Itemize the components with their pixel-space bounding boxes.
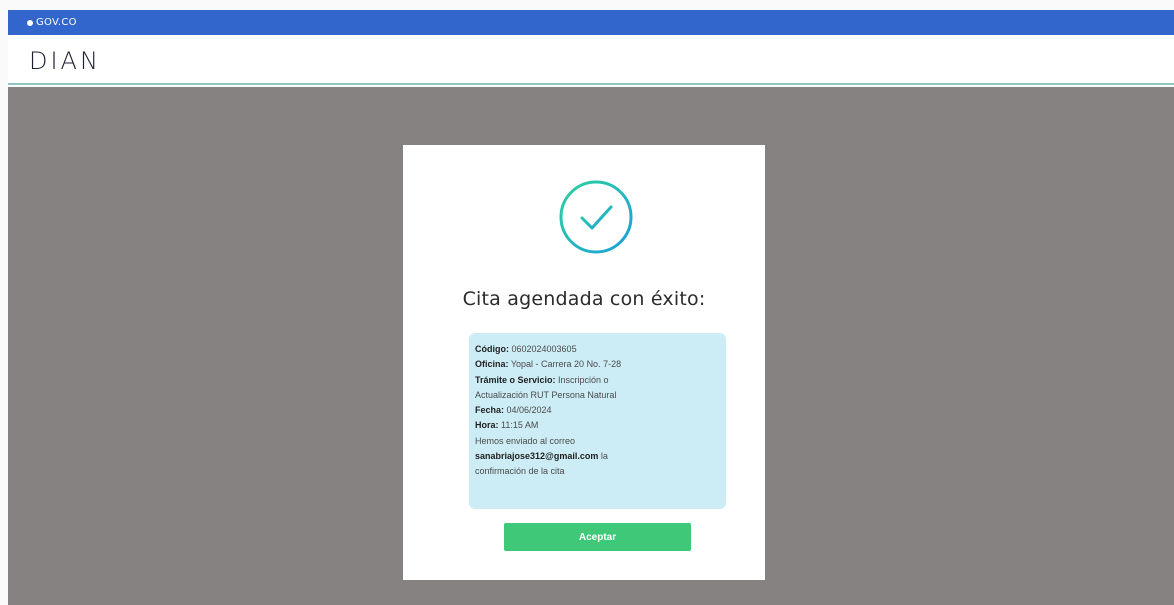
email-message-line: Hemos enviado al correo <box>475 435 576 446</box>
oficina-value: Yopal - Carrera 20 No. 7-28 <box>508 359 622 370</box>
email-address: sanabriajose312@gmail.com <box>475 451 599 462</box>
hora-line: Hora: 11:15 AM <box>475 418 720 433</box>
confirmation-modal: Cita agendada con éxito: Código: 0602024… <box>403 145 765 580</box>
page: GOV.CO DIAN Cita agendada con éxito: Cód… <box>0 0 1174 605</box>
confirmation-line: confirmación de la cita <box>475 466 565 477</box>
hora-value: 11:15 AM <box>498 420 539 431</box>
check-circle-icon <box>559 180 633 254</box>
appointment-details: Código: 0602024003605 Oficina: Yopal - C… <box>469 333 726 509</box>
gov-co-bar: GOV.CO <box>8 10 1174 35</box>
codigo-line: Código: 0602024003605 <box>475 342 720 357</box>
oficina-line: Oficina: Yopal - Carrera 20 No. 7-28 <box>475 357 720 372</box>
email-suffix: la <box>598 451 608 462</box>
codigo-value: 0602024003605 <box>509 344 577 354</box>
tramite-value: Inscripción o <box>555 374 609 385</box>
email-line: sanabriajose312@gmail.com la <box>475 449 720 464</box>
codigo-label: Código: <box>475 344 509 354</box>
tramite-line-2: Actualización RUT Persona Natural <box>475 389 617 400</box>
oficina-label: Oficina: <box>475 359 509 370</box>
gov-co-dot-icon <box>27 19 33 26</box>
fecha-value: 04/06/2024 <box>504 405 552 416</box>
site-header: DIAN <box>8 35 1174 85</box>
fecha-label: Fecha: <box>475 405 505 416</box>
gov-co-label: GOV.CO <box>36 17 77 28</box>
dian-logo[interactable]: DIAN <box>29 47 101 75</box>
tramite-line: Trámite o Servicio: Inscripción o <box>475 373 720 388</box>
tramite-label: Trámite o Servicio: <box>475 374 556 385</box>
gov-co-logo[interactable]: GOV.CO <box>27 17 77 28</box>
fecha-line: Fecha: 04/06/2024 <box>475 403 720 418</box>
accept-button[interactable]: Aceptar <box>504 523 691 551</box>
hora-label: Hora: <box>475 420 499 431</box>
modal-title: Cita agendada con éxito: <box>462 288 706 310</box>
